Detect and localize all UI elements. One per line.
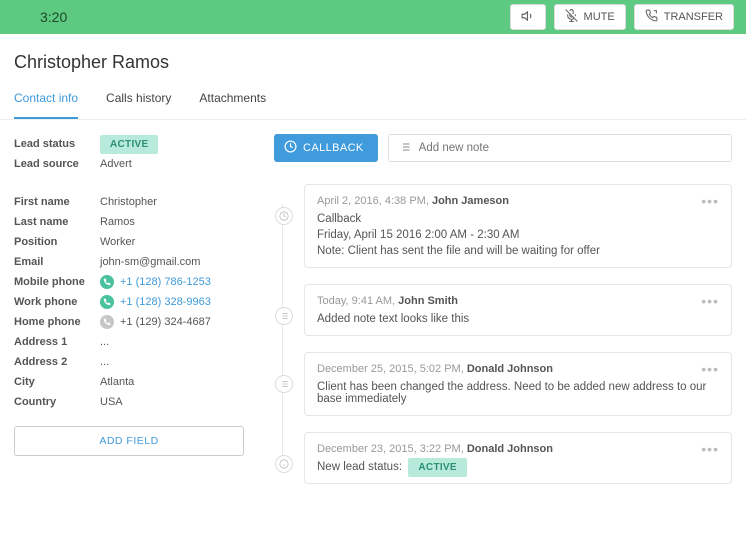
speaker-button[interactable] <box>510 4 546 30</box>
mobile-phone-label: Mobile phone <box>14 276 100 288</box>
tab-contact-info[interactable]: Contact info <box>14 81 78 119</box>
timeline-entry: April 2, 2016, 4:38 PM, John Jameson •••… <box>304 184 732 268</box>
address2-value: ... <box>100 356 109 368</box>
entry-line: Note: Client has sent the file and will … <box>317 245 719 257</box>
status-badge: ACTIVE <box>408 458 466 477</box>
clock-icon <box>284 140 297 156</box>
callback-button[interactable]: CALLBACK <box>274 134 378 162</box>
speaker-icon <box>521 9 535 26</box>
timeline-entry: December 23, 2015, 3:22 PM, Donald Johns… <box>304 432 732 484</box>
tab-calls-history[interactable]: Calls history <box>106 81 171 119</box>
tab-attachments[interactable]: Attachments <box>199 81 266 119</box>
address1-label: Address 1 <box>14 336 100 348</box>
more-icon[interactable]: ••• <box>701 365 719 373</box>
microphone-off-icon <box>565 9 578 25</box>
mute-label: MUTE <box>584 11 615 23</box>
address1-value: ... <box>100 336 109 348</box>
work-phone-label: Work phone <box>14 296 100 308</box>
first-name-value: Christopher <box>100 196 157 208</box>
lead-source-value: Advert <box>100 158 132 170</box>
work-phone-value[interactable]: +1 (128) 328-9963 <box>100 295 211 309</box>
tabs: Contact info Calls history Attachments <box>0 81 746 120</box>
entry-date: April 2, 2016, 4:38 PM, <box>317 195 429 207</box>
add-field-button[interactable]: ADD FIELD <box>14 426 244 456</box>
email-value: john-sm@gmail.com <box>100 256 200 268</box>
timeline-entry: Today, 9:41 AM, John Smith ••• Added not… <box>304 284 732 336</box>
lead-status-label: Lead status <box>14 138 100 150</box>
country-value: USA <box>100 396 123 408</box>
transfer-button[interactable]: TRANSFER <box>634 4 734 30</box>
country-label: Country <box>14 396 100 408</box>
more-icon[interactable]: ••• <box>701 445 719 453</box>
entry-date: December 23, 2015, 3:22 PM, <box>317 443 464 455</box>
phone-icon <box>100 295 114 309</box>
transfer-label: TRANSFER <box>664 11 723 23</box>
first-name-label: First name <box>14 196 100 208</box>
clock-icon <box>275 207 293 225</box>
transfer-icon <box>645 9 658 25</box>
last-name-value: Ramos <box>100 216 135 228</box>
lead-status-badge: ACTIVE <box>100 135 158 154</box>
last-name-label: Last name <box>14 216 100 228</box>
position-label: Position <box>14 236 100 248</box>
entry-line: Callback <box>317 213 719 225</box>
mobile-phone-value[interactable]: +1 (128) 786-1253 <box>100 275 211 289</box>
phone-icon <box>100 275 114 289</box>
city-label: City <box>14 376 100 388</box>
entry-line: Client has been changed the address. Nee… <box>317 381 719 405</box>
entry-date: Today, 9:41 AM, <box>317 295 395 307</box>
list-icon <box>399 141 411 156</box>
lead-header: Christopher Ramos <box>0 34 746 81</box>
city-value: Atlanta <box>100 376 134 388</box>
entry-date: December 25, 2015, 5:02 PM, <box>317 363 464 375</box>
timeline-entry: December 25, 2015, 5:02 PM, Donald Johns… <box>304 352 732 416</box>
add-note-field[interactable] <box>419 142 721 154</box>
call-timer: 3:20 <box>40 9 67 25</box>
mute-button[interactable]: MUTE <box>554 4 626 30</box>
timeline: April 2, 2016, 4:38 PM, John Jameson •••… <box>274 184 732 484</box>
add-note-input[interactable] <box>388 134 732 162</box>
entry-line: Friday, April 15 2016 2:00 AM - 2:30 AM <box>317 229 719 241</box>
note-icon <box>275 375 293 393</box>
phone-icon <box>100 315 114 329</box>
lead-name: Christopher Ramos <box>14 52 732 73</box>
email-label: Email <box>14 256 100 268</box>
activity-panel: CALLBACK April 2, 2016, 4:38 PM, John Ja… <box>274 134 732 500</box>
address2-label: Address 2 <box>14 356 100 368</box>
contact-info-panel: Lead status ACTIVE Lead source Advert Fi… <box>14 134 244 500</box>
more-icon[interactable]: ••• <box>701 197 719 205</box>
home-phone-value: +1 (129) 324-4687 <box>100 315 211 329</box>
entry-author: John Smith <box>398 295 458 307</box>
entry-line: New lead status: ACTIVE <box>317 461 719 473</box>
lead-source-label: Lead source <box>14 158 100 170</box>
info-icon <box>275 455 293 473</box>
entry-author: Donald Johnson <box>467 363 553 375</box>
more-icon[interactable]: ••• <box>701 297 719 305</box>
call-bar: 3:20 MUTE TRANSFER <box>0 0 746 34</box>
position-value: Worker <box>100 236 135 248</box>
note-icon <box>275 307 293 325</box>
home-phone-label: Home phone <box>14 316 100 328</box>
entry-author: John Jameson <box>432 195 509 207</box>
entry-line: Added note text looks like this <box>317 313 719 325</box>
entry-author: Donald Johnson <box>467 443 553 455</box>
